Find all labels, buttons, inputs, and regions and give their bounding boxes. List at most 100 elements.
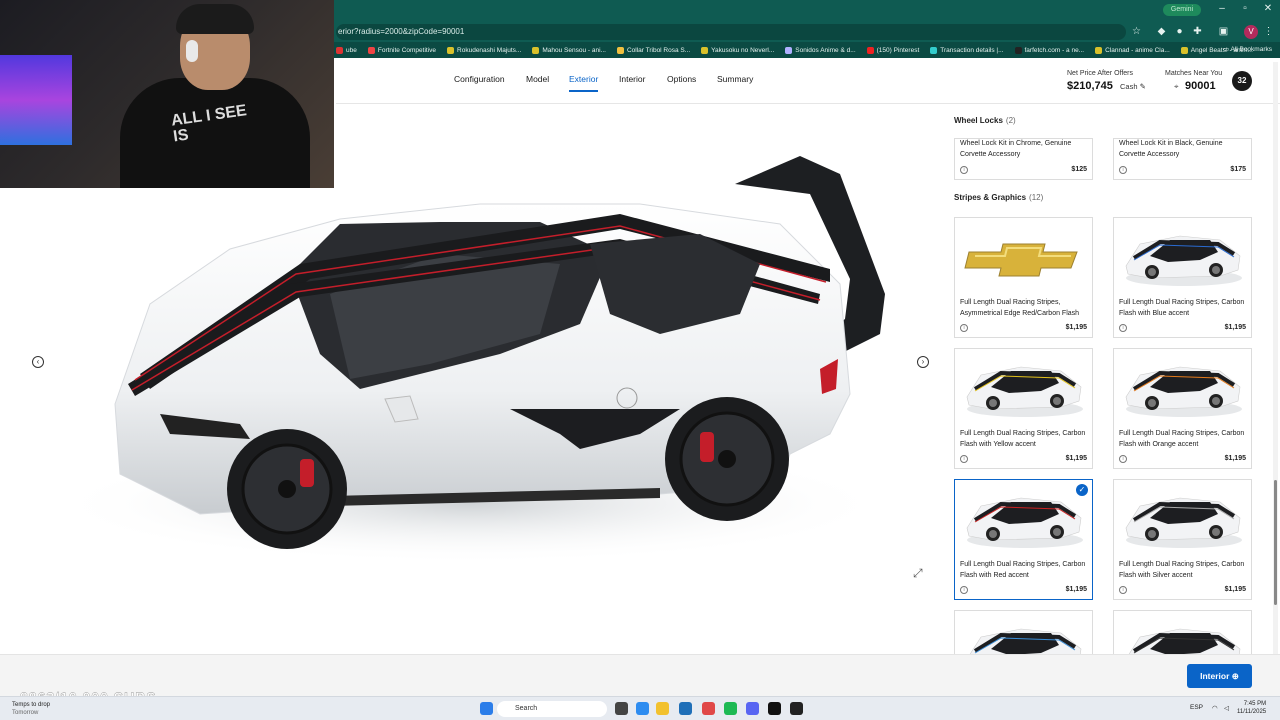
option-card[interactable]: Wheel Lock Kit in Black, Genuine Corvett… — [1113, 138, 1252, 180]
bookmark-label: Fortnite Competitive — [377, 46, 437, 54]
spotify-icon[interactable] — [724, 702, 737, 715]
bookmark-item[interactable]: ube — [336, 46, 357, 54]
bookmark-label: Sonidos Anime & d... — [795, 46, 856, 54]
bookmark-item[interactable]: farfetch.com - a ne... — [1014, 46, 1084, 54]
bookmark-label: Rokudenashi Majuts... — [457, 46, 522, 54]
webcam-overlay: ALL I SEE IS — [0, 0, 334, 188]
obs-icon[interactable] — [768, 702, 781, 715]
option-name: Full Length Dual Racing Stripes, Carbon … — [1119, 430, 1245, 448]
option-card[interactable]: Full Length Dual Racing Stripes, Carbon … — [1113, 348, 1252, 469]
matches-count-badge[interactable]: 32 — [1232, 71, 1252, 91]
tab-configuration[interactable]: Configuration — [454, 74, 505, 84]
all-bookmarks-link[interactable]: ▭ All Bookmarks — [1223, 45, 1272, 53]
info-icon[interactable]: i — [1119, 586, 1127, 594]
app-icon[interactable] — [790, 702, 803, 715]
store-icon[interactable] — [679, 702, 692, 715]
bookmark-favicon-icon — [616, 46, 624, 54]
copilot-icon[interactable] — [636, 702, 649, 715]
chrome-icon[interactable] — [702, 702, 715, 715]
bookmark-label: Transaction details |... — [940, 46, 1004, 54]
address-bar[interactable]: erior?radius=2000&zipCode=90001 — [336, 24, 1126, 40]
rgb-lights — [0, 55, 72, 145]
tab-interior[interactable]: Interior — [619, 74, 645, 84]
option-name: Wheel Lock Kit in Black, Genuine Corvett… — [1119, 140, 1223, 158]
taskbar-search[interactable]: Search — [497, 701, 607, 717]
bookmark-favicon-icon — [866, 46, 874, 54]
info-icon[interactable]: i — [960, 166, 968, 174]
bottom-action-bar: 8863/10.000 SUBS Interior ⊕ — [0, 654, 1280, 705]
bookmark-favicon-icon — [930, 46, 938, 54]
sidepanel-icon[interactable]: ▣ — [1217, 25, 1230, 38]
minimize-icon[interactable]: – — [1212, 3, 1232, 14]
option-thumbnail — [961, 488, 1086, 554]
wifi-icon[interactable]: ◠ — [1212, 704, 1218, 712]
tab-options[interactable]: Options — [667, 74, 696, 84]
language-indicator[interactable]: ESP — [1190, 704, 1203, 711]
fullscreen-expand-icon[interactable]: ⤢ — [913, 566, 923, 581]
selected-check-icon: ✓ — [1076, 484, 1088, 496]
tab-model[interactable]: Model — [526, 74, 549, 84]
bookmark-item[interactable]: Rokudenashi Majuts... — [447, 46, 522, 54]
bookmark-item[interactable]: Transaction details |... — [930, 46, 1004, 54]
start-icon[interactable] — [480, 702, 493, 715]
windows-taskbar: Temps to drop Tomorrow Search ESP ◠ ◁ 7:… — [0, 696, 1280, 720]
bookmark-item[interactable]: (150) Pinterest — [866, 46, 920, 54]
weather-widget[interactable]: Temps to drop Tomorrow — [12, 701, 50, 717]
bookmark-item[interactable]: Mahou Sensou - ani... — [532, 46, 606, 54]
zip-code[interactable]: 90001 — [1185, 80, 1216, 92]
option-card[interactable]: Full Length Dual Racing Stripes, Carbon … — [954, 348, 1093, 469]
option-card[interactable] — [1113, 610, 1252, 654]
volume-icon[interactable]: ◁ — [1224, 704, 1229, 712]
streamer-cap — [176, 4, 254, 34]
bookmark-favicon-icon — [785, 46, 793, 54]
bookmark-item[interactable]: Fortnite Competitive — [367, 46, 437, 54]
edit-icon[interactable]: ✎ — [1140, 82, 1146, 91]
restore-icon[interactable]: ▫ — [1235, 3, 1255, 14]
bookmark-label: (150) Pinterest — [876, 46, 920, 54]
menu-icon[interactable]: ⋮ — [1262, 25, 1275, 38]
price-mode[interactable]: Cash ✎ — [1120, 82, 1146, 91]
bookmark-item[interactable]: Sonidos Anime & d... — [785, 46, 856, 54]
option-card[interactable]: Full Length Dual Racing Stripes, Carbon … — [954, 479, 1093, 600]
star-icon[interactable]: ☆ — [1130, 25, 1143, 38]
option-name: Full Length Dual Racing Stripes, Carbon … — [1119, 299, 1245, 317]
option-thumbnail — [1120, 488, 1245, 554]
option-card[interactable]: Full Length Dual Racing Stripes, Carbon … — [1113, 479, 1252, 600]
option-card[interactable]: Full Length Dual Racing Stripes, Asymmet… — [954, 217, 1093, 338]
previous-view-icon[interactable]: ‹ — [32, 356, 44, 368]
profile-avatar[interactable]: V — [1244, 25, 1258, 39]
bookmark-item[interactable]: Clannad - anime Cla... — [1095, 46, 1170, 54]
option-thumbnail — [1120, 619, 1245, 654]
info-icon[interactable]: i — [1119, 166, 1127, 174]
tab-summary[interactable]: Summary — [717, 74, 753, 84]
gemini-button[interactable]: Gemini — [1163, 4, 1201, 16]
discord-icon[interactable] — [746, 702, 759, 715]
system-clock[interactable]: 7:45 PM 11/11/2025 — [1237, 700, 1266, 716]
option-card[interactable]: Wheel Lock Kit in Chrome, Genuine Corvet… — [954, 138, 1093, 180]
puzzle-icon[interactable]: ✚ — [1191, 25, 1204, 38]
extension-icon[interactable]: ● — [1173, 25, 1186, 38]
headset — [186, 40, 198, 62]
info-icon[interactable]: i — [960, 455, 968, 463]
info-icon[interactable]: i — [960, 324, 968, 332]
extension-icon[interactable]: ◆ — [1155, 25, 1168, 38]
bookmark-item[interactable]: Collar Tribol Rosa S... — [616, 46, 690, 54]
interior-next-button[interactable]: Interior ⊕ — [1187, 664, 1252, 688]
scrollbar-thumb[interactable] — [1274, 480, 1277, 605]
bookmark-item[interactable]: Yakusoku no Neverl... — [701, 46, 774, 54]
info-icon[interactable]: i — [1119, 324, 1127, 332]
option-card[interactable] — [954, 610, 1093, 654]
close-icon[interactable]: ✕ — [1258, 3, 1278, 14]
taskview-icon[interactable] — [615, 702, 628, 715]
info-icon[interactable]: i — [1119, 455, 1127, 463]
bookmark-favicon-icon — [447, 46, 455, 54]
explorer-icon[interactable] — [656, 702, 669, 715]
wheel-locks-heading: Wheel Locks (2) — [954, 116, 1016, 125]
bookmark-label: Clannad - anime Cla... — [1105, 46, 1170, 54]
option-thumbnail — [961, 619, 1086, 654]
info-icon[interactable]: i — [960, 586, 968, 594]
tab-exterior[interactable]: Exterior — [569, 74, 599, 92]
next-view-icon[interactable]: › — [917, 356, 929, 368]
option-card[interactable]: Full Length Dual Racing Stripes, Carbon … — [1113, 217, 1252, 338]
option-thumbnail — [961, 226, 1086, 292]
